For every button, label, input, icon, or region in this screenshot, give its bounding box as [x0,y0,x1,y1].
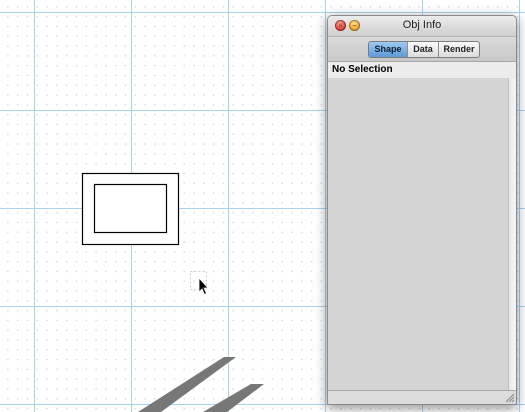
resize-grip-icon[interactable] [504,392,515,403]
inspector-title: Obj Info [402,19,442,31]
vertical-scrollbar[interactable] [508,78,516,390]
inspector-content-pane [328,78,509,390]
inner-rectangle-shape[interactable] [93,183,168,234]
diagonal-stripe-2 [203,384,264,412]
obj-info-inspector[interactable]: × − Obj Info Shape Data Render No Select… [327,15,517,405]
tab-shape[interactable]: Shape [369,42,408,57]
inspector-titlebar[interactable]: × − Obj Info [328,16,516,37]
inspector-tab-control[interactable]: Shape Data Render [368,41,480,58]
tab-render[interactable]: Render [439,42,479,57]
inspector-bottom-bar [328,390,516,404]
inspector-toolbar: Shape Data Render [328,37,516,62]
tab-data[interactable]: Data [408,42,439,57]
